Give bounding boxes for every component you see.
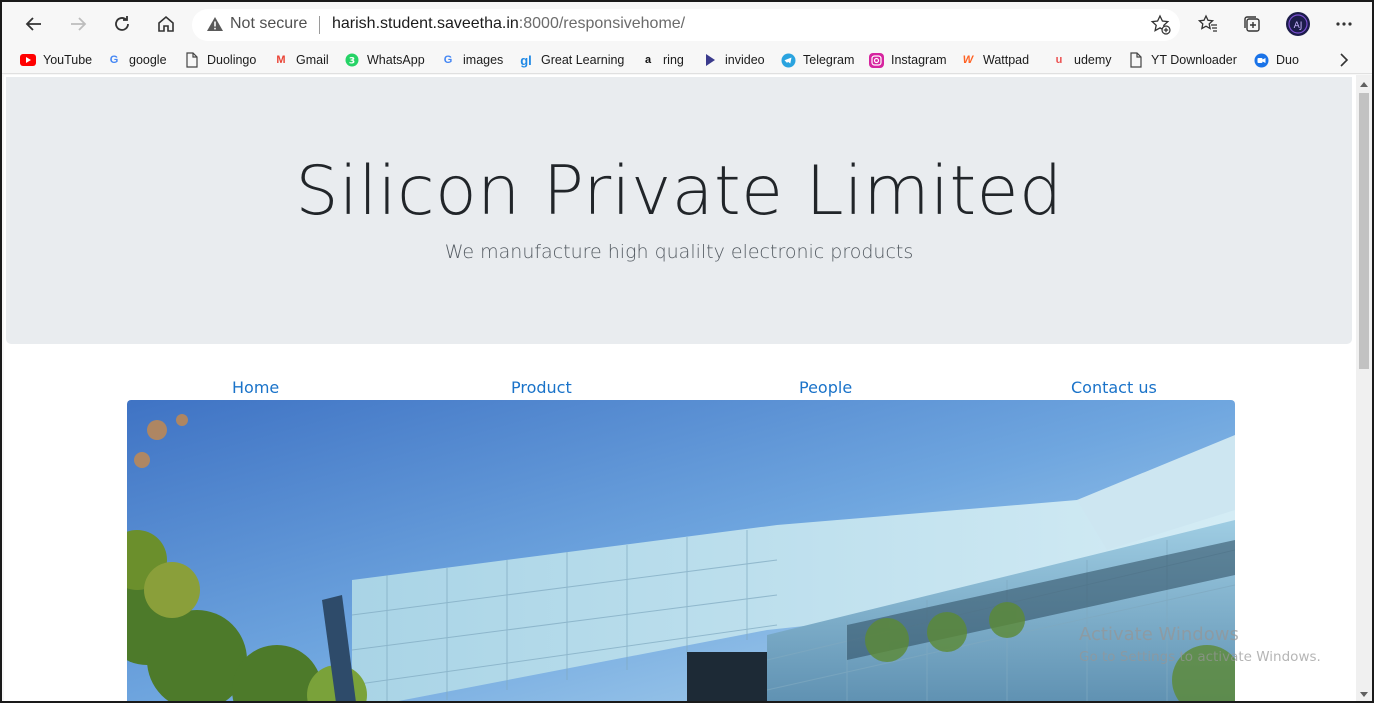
svg-text:AJ: AJ — [1294, 21, 1303, 31]
gmail-icon: M — [276, 54, 286, 66]
bookmarks-bar: YouTube Ggoogle Duolingo M Gmail 3 WhatsAp… — [2, 46, 1372, 74]
nav-link-product[interactable]: Product — [511, 378, 572, 397]
nav-link-people[interactable]: People — [799, 378, 852, 397]
profile-avatar[interactable]: AJ — [1284, 10, 1312, 38]
bookmark-invideo[interactable]: invideo — [702, 50, 765, 70]
address-bar[interactable]: Not secure harish.student.saveetha.in:80… — [192, 9, 1180, 41]
url-host: harish.student.saveetha.in — [332, 15, 519, 32]
bookmark-youtube[interactable]: YouTube — [20, 50, 92, 70]
add-favorite-icon[interactable] — [1150, 14, 1172, 41]
bookmark-label: udemy — [1074, 53, 1112, 67]
nav-link-contact-us[interactable]: Contact us — [1071, 378, 1157, 397]
bookmark-ring[interactable]: a ring — [640, 50, 684, 70]
duo-icon — [1253, 52, 1269, 68]
youtube-icon — [20, 52, 36, 68]
site-nav: Home Product People Contact us — [127, 378, 1235, 400]
favorites-icon[interactable] — [1194, 10, 1222, 38]
bookmark-label: invideo — [725, 53, 765, 67]
browser-toolbar: Not secure harish.student.saveetha.in:80… — [2, 2, 1372, 46]
url-path: :8000/responsivehome/ — [518, 15, 686, 32]
browser-window: Not secure harish.student.saveetha.in:80… — [0, 0, 1374, 703]
bookmark-label: Wattpad — [983, 53, 1030, 67]
page-icon — [1128, 52, 1144, 68]
back-icon[interactable] — [20, 10, 48, 38]
hero-image-building — [127, 400, 1235, 701]
security-label[interactable]: Not secure — [230, 15, 307, 33]
bookmark-label: Duolingo — [207, 53, 257, 67]
home-icon[interactable] — [152, 10, 180, 38]
address-divider — [319, 16, 320, 34]
page-viewport: Silicon Private Limited We manufacture h… — [4, 75, 1356, 701]
more-menu-icon[interactable] — [1330, 10, 1358, 38]
bookmark-yt-downloader[interactable]: YT Downloader — [1128, 50, 1237, 70]
scroll-up-arrow-icon[interactable] — [1360, 82, 1368, 87]
url-text[interactable]: harish.student.saveetha.in:8000/responsi… — [332, 15, 685, 33]
udemy-icon: u — [1055, 54, 1063, 66]
bookmark-label: Gmail — [296, 53, 329, 67]
collections-icon[interactable] — [1238, 10, 1266, 38]
warning-icon[interactable] — [206, 16, 224, 37]
bookmark-label: Instagram — [891, 53, 947, 67]
bookmark-label: YT Downloader — [1151, 53, 1237, 67]
bookmark-label: ring — [663, 53, 684, 67]
nav-link-home[interactable]: Home — [232, 378, 279, 397]
google-icon: G — [443, 54, 453, 66]
bookmark-images[interactable]: Gimages — [440, 50, 504, 70]
greatlearning-icon: gl — [520, 52, 532, 68]
bookmark-label: Great Learning — [541, 53, 625, 67]
page-icon — [184, 52, 200, 68]
watermark-title: Activate Windows — [1079, 624, 1239, 645]
instagram-icon — [868, 52, 884, 68]
bookmark-wattpad[interactable]: W Wattpad — [960, 50, 1029, 70]
bookmark-label: Duo — [1276, 53, 1299, 67]
bookmark-telegram[interactable]: Telegram — [780, 50, 854, 70]
page-title: Silicon Private Limited — [295, 152, 1063, 231]
scrollbar-thumb[interactable] — [1359, 93, 1369, 369]
vertical-scrollbar[interactable] — [1356, 75, 1372, 701]
google-icon: G — [109, 54, 119, 66]
bookmarks-overflow-chevron-icon[interactable] — [1338, 50, 1350, 70]
windows-activation-watermark: Activate Windows Go to Settings to activ… — [1079, 624, 1321, 665]
scroll-down-arrow-icon[interactable] — [1360, 692, 1368, 697]
bookmark-google[interactable]: Ggoogle — [106, 50, 167, 70]
bookmark-label: WhatsApp — [367, 53, 425, 67]
bookmark-instagram[interactable]: Instagram — [868, 50, 947, 70]
amazon-icon: a — [644, 54, 652, 66]
bookmark-great-learning[interactable]: gl Great Learning — [518, 50, 624, 70]
bookmark-label: YouTube — [43, 53, 93, 67]
invideo-icon — [702, 52, 718, 68]
page-subtitle: We manufacture high qualilty electronic … — [444, 241, 914, 263]
bookmark-label: google — [129, 53, 167, 67]
bookmark-udemy[interactable]: u udemy — [1051, 50, 1112, 70]
bookmark-duolingo[interactable]: Duolingo — [184, 50, 256, 70]
bookmark-label: Telegram — [803, 53, 855, 67]
bookmark-label: images — [463, 53, 504, 67]
bookmark-whatsapp[interactable]: 3 WhatsApp — [344, 50, 425, 70]
jumbotron: Silicon Private Limited We manufacture h… — [6, 77, 1352, 344]
whatsapp-icon: 3 — [344, 52, 360, 68]
bookmark-gmail[interactable]: M Gmail — [273, 50, 329, 70]
forward-icon[interactable] — [64, 10, 92, 38]
svg-text:3: 3 — [349, 57, 355, 67]
bookmark-duo[interactable]: Duo — [1253, 50, 1299, 70]
watermark-subtitle: Go to Settings to activate Windows. — [1079, 649, 1321, 665]
wattpad-icon: W — [962, 54, 974, 66]
telegram-icon — [780, 52, 796, 68]
refresh-icon[interactable] — [108, 10, 136, 38]
